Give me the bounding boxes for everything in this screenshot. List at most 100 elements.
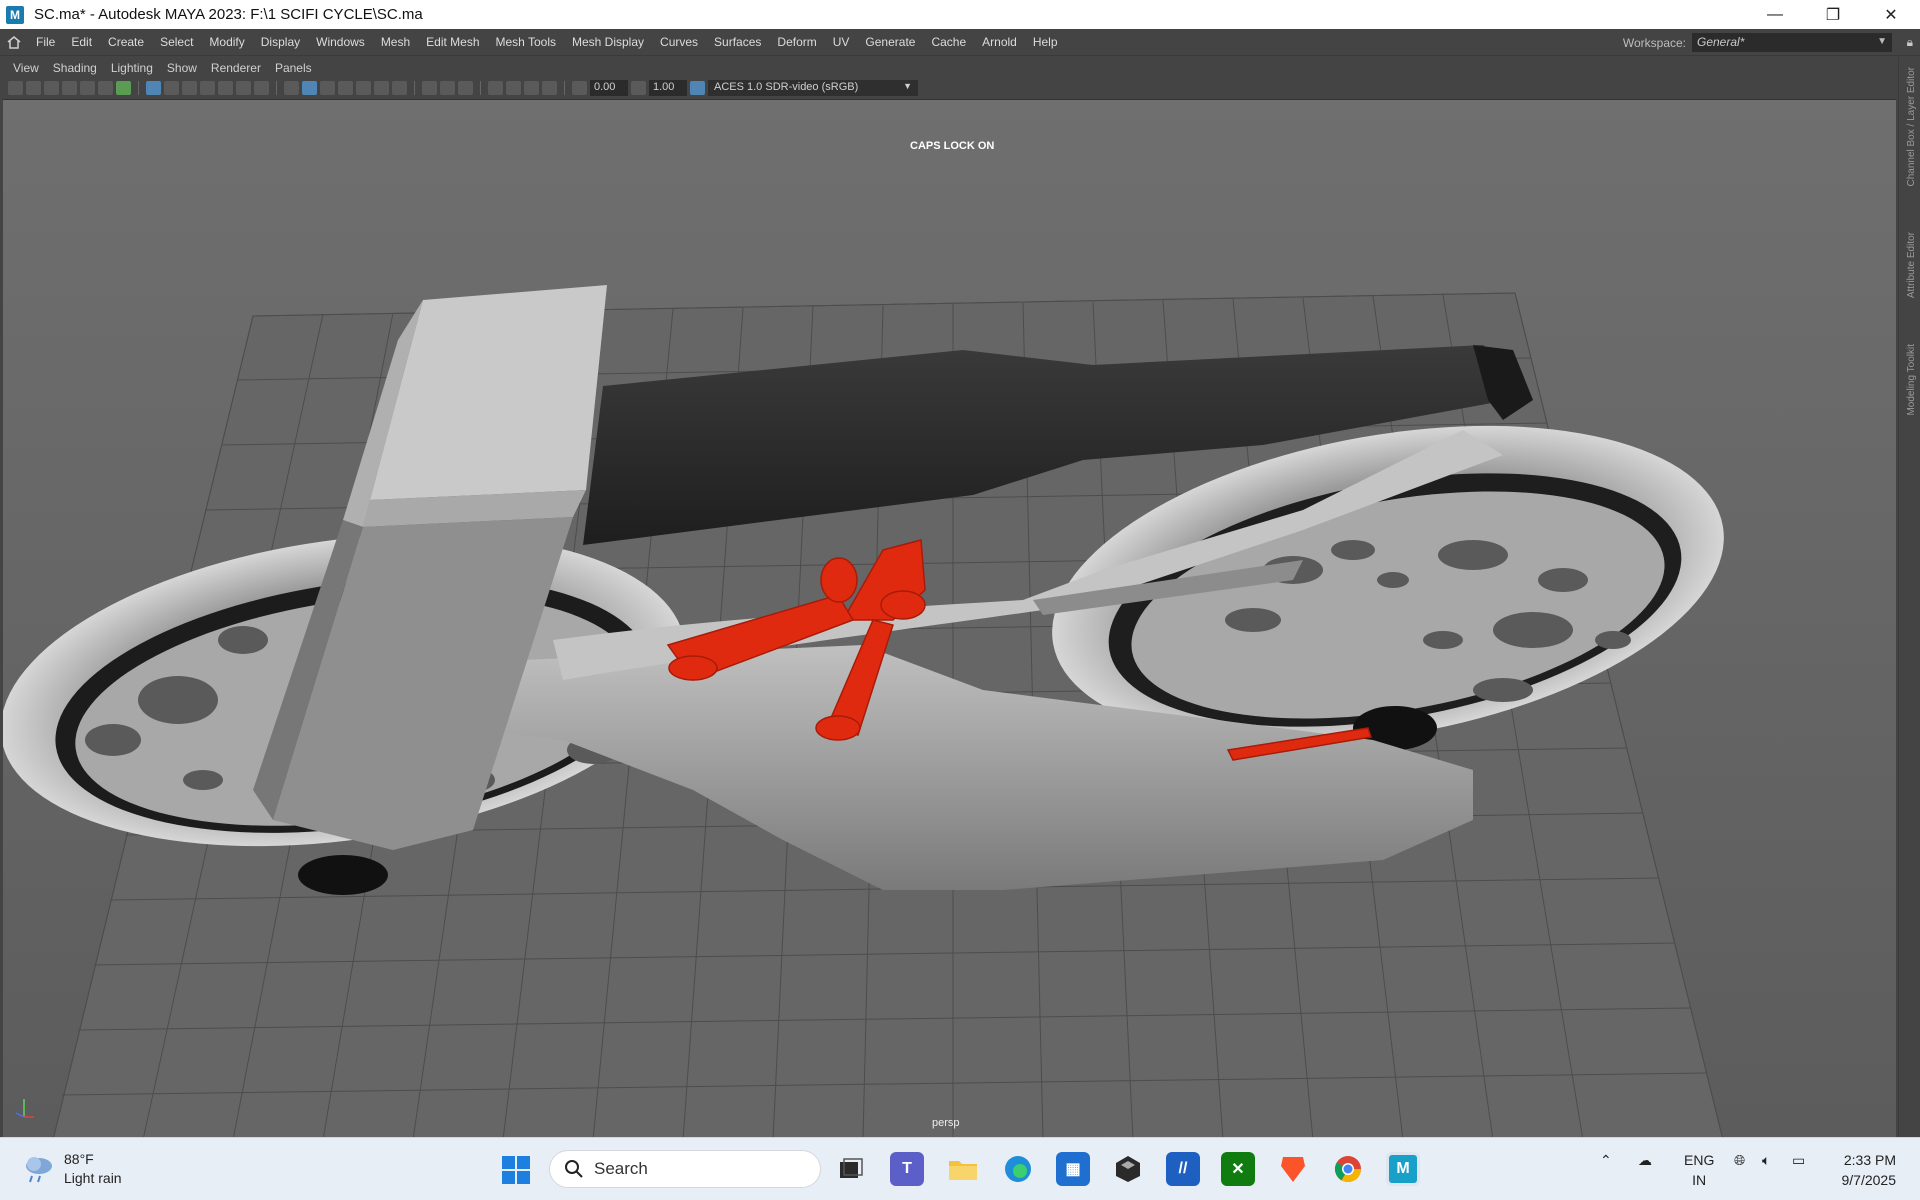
menu-mesh-display[interactable]: Mesh Display — [564, 35, 652, 49]
image-plane-icon[interactable] — [62, 81, 77, 95]
motion-blur-icon[interactable] — [422, 81, 437, 95]
menu-uv[interactable]: UV — [825, 35, 858, 49]
camera-label: persp — [932, 1117, 960, 1129]
weather-widget[interactable]: 88°F Light rain — [22, 1150, 122, 1188]
2d-pan-zoom-icon[interactable] — [80, 81, 95, 95]
safe-action-icon[interactable] — [236, 81, 251, 95]
close-button[interactable]: ✕ — [1862, 0, 1920, 29]
workspace-label: Workspace: — [1622, 35, 1686, 50]
file-explorer-icon[interactable] — [946, 1152, 980, 1186]
menu-windows[interactable]: Windows — [308, 35, 373, 49]
speaker-icon[interactable]: 🔈︎ — [1762, 1152, 1770, 1169]
minimize-button[interactable]: — — [1746, 0, 1804, 29]
chevron-up-icon[interactable]: ⌃ — [1600, 1152, 1612, 1169]
grid-icon[interactable] — [146, 81, 161, 95]
film-gate-icon[interactable] — [164, 81, 179, 95]
menu-select[interactable]: Select — [152, 35, 201, 49]
restore-button[interactable]: ❐ — [1804, 0, 1862, 29]
xbox-icon[interactable]: ✕ — [1221, 1152, 1255, 1186]
wireframe-icon[interactable] — [284, 81, 299, 95]
menu-mesh[interactable]: Mesh — [373, 35, 418, 49]
use-all-lights-icon[interactable] — [356, 81, 371, 95]
battery-icon[interactable]: ▭ — [1792, 1152, 1805, 1169]
edge-icon[interactable] — [1001, 1152, 1035, 1186]
autodesk-app-icon[interactable]: // — [1166, 1152, 1200, 1186]
language-indicator[interactable]: ENG IN — [1684, 1150, 1714, 1190]
menu-edit[interactable]: Edit — [63, 35, 100, 49]
panel-menu-panels[interactable]: Panels — [268, 61, 319, 75]
isolate-select-icon[interactable] — [488, 81, 503, 95]
gamma-icon[interactable] — [631, 81, 646, 95]
menu-deform[interactable]: Deform — [769, 35, 824, 49]
windows-start-icon[interactable] — [502, 1156, 530, 1189]
task-view-icon[interactable] — [834, 1152, 868, 1186]
lock-icon[interactable]: 🔒︎ — [1907, 35, 1913, 50]
menu-cache[interactable]: Cache — [923, 35, 974, 49]
anti-aliasing-icon[interactable] — [440, 81, 455, 95]
home-icon[interactable] — [0, 29, 28, 56]
tab-channel-box[interactable]: Channel Box / Layer Editor — [1906, 67, 1917, 187]
network-globe-icon[interactable]: 🌐︎ — [1734, 1152, 1745, 1169]
gamma-field[interactable]: 1.00 — [649, 80, 687, 96]
search-icon — [565, 1160, 583, 1178]
menu-edit-mesh[interactable]: Edit Mesh — [418, 35, 487, 49]
teams-icon[interactable]: T — [890, 1152, 924, 1186]
chrome-icon[interactable] — [1331, 1152, 1365, 1186]
menu-create[interactable]: Create — [100, 35, 152, 49]
depth-of-field-icon[interactable] — [458, 81, 473, 95]
brave-icon[interactable] — [1276, 1152, 1310, 1186]
menu-mesh-tools[interactable]: Mesh Tools — [488, 35, 564, 49]
panel-menu-shading[interactable]: Shading — [46, 61, 104, 75]
xray-joints-icon[interactable] — [524, 81, 539, 95]
menu-help[interactable]: Help — [1025, 35, 1066, 49]
color-space-dropdown[interactable]: ACES 1.0 SDR-video (sRGB) ▼ — [708, 80, 918, 96]
select-camera-icon[interactable] — [8, 81, 23, 95]
taskbar-search[interactable]: Search — [549, 1150, 821, 1188]
safe-title-icon[interactable] — [254, 81, 269, 95]
toolbar-separator — [564, 81, 565, 95]
menu-surfaces[interactable]: Surfaces — [706, 35, 769, 49]
bookmark-icon[interactable] — [44, 81, 59, 95]
panel-menu-lighting[interactable]: Lighting — [104, 61, 160, 75]
camera-attributes-icon[interactable] — [26, 81, 41, 95]
rain-cloud-icon — [22, 1154, 56, 1184]
smooth-shade-icon[interactable] — [302, 81, 317, 95]
menu-arnold[interactable]: Arnold — [974, 35, 1025, 49]
xray-icon[interactable] — [506, 81, 521, 95]
store-icon[interactable]: ▦ — [1056, 1152, 1090, 1186]
wireframe-on-shaded-icon[interactable] — [320, 81, 335, 95]
panel-menu-renderer[interactable]: Renderer — [204, 61, 268, 75]
menu-file[interactable]: File — [28, 35, 63, 49]
toolbar-separator — [138, 81, 139, 95]
taskbar-clock[interactable]: 2:33 PM 9/7/2025 — [1842, 1150, 1897, 1190]
textured-icon[interactable] — [338, 81, 353, 95]
resolution-gate-icon[interactable] — [182, 81, 197, 95]
ambient-occlusion-icon[interactable] — [392, 81, 407, 95]
unity-icon[interactable] — [1111, 1152, 1145, 1186]
workspace-dropdown[interactable]: General* ▼ — [1692, 33, 1892, 52]
field-chart-icon[interactable] — [218, 81, 233, 95]
onedrive-icon[interactable]: ☁ — [1638, 1152, 1652, 1169]
grease-pencil-icon[interactable] — [98, 81, 113, 95]
xray-active-icon[interactable] — [542, 81, 557, 95]
menu-generate[interactable]: Generate — [857, 35, 923, 49]
menu-modify[interactable]: Modify — [201, 35, 252, 49]
panel-menu-view[interactable]: View — [6, 61, 46, 75]
search-placeholder: Search — [594, 1159, 648, 1178]
shadows-icon[interactable] — [374, 81, 389, 95]
panel-menu-show[interactable]: Show — [160, 61, 204, 75]
tab-attribute-editor[interactable]: Attribute Editor — [1906, 232, 1917, 298]
maya-taskbar-icon[interactable]: M — [1386, 1152, 1420, 1186]
color-management-icon[interactable] — [690, 81, 705, 95]
menu-display[interactable]: Display — [253, 35, 308, 49]
3d-viewport[interactable]: CAPS LOCK ON persp — [3, 99, 1896, 1137]
toolbar-separator — [480, 81, 481, 95]
exposure-field[interactable]: 0.00 — [590, 80, 628, 96]
tab-modeling-toolkit[interactable]: Modeling Toolkit — [1906, 344, 1917, 416]
menu-curves[interactable]: Curves — [652, 35, 706, 49]
window-title: SC.ma* - Autodesk MAYA 2023: F:\1 SCIFI … — [34, 6, 423, 23]
windows-taskbar: 88°F Light rain Search T ▦ // ✕ M ⌃ ☁ EN… — [0, 1137, 1920, 1200]
exposure-icon[interactable] — [572, 81, 587, 95]
grease-pencil-active-icon[interactable] — [116, 81, 131, 95]
gate-mask-icon[interactable] — [200, 81, 215, 95]
